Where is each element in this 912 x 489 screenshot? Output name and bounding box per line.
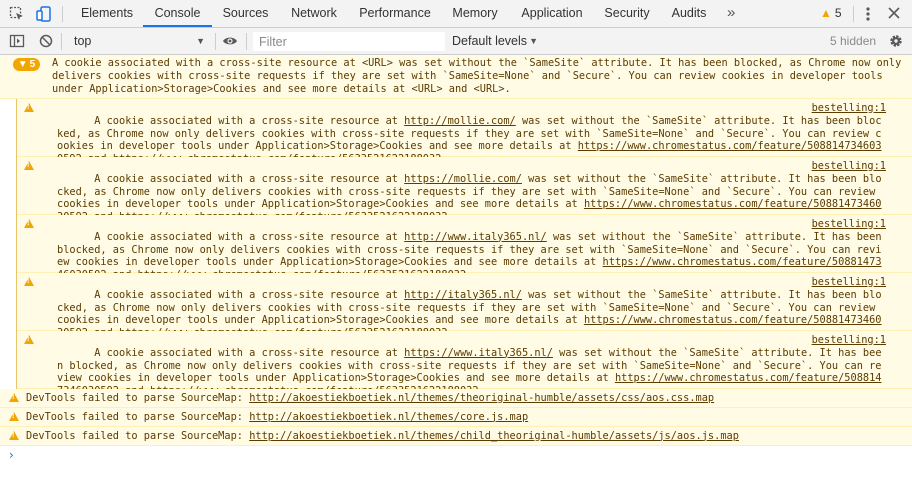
tab-audits[interactable]: Audits (659, 0, 719, 27)
dropdown-arrow-icon: ▼ (529, 36, 538, 46)
filter-input[interactable] (253, 32, 445, 51)
live-expression-eye-icon[interactable] (222, 33, 238, 49)
toolbar-divider (61, 33, 62, 50)
tab-application[interactable]: Application (509, 0, 595, 27)
resource-link[interactable]: https://www.italy365.nl/ (404, 347, 553, 359)
console-warning-message: A cookie associated with a cross-site re… (17, 272, 912, 339)
resource-link[interactable]: http://italy365.nl/ (404, 289, 522, 301)
sourcemap-warning-message: DevTools failed to parse SourceMap: http… (0, 407, 912, 427)
resource-link[interactable]: https://mollie.com/ (404, 173, 522, 185)
warning-icon (24, 276, 34, 286)
toolbar-divider (246, 33, 247, 50)
console-prompt-row[interactable]: › (0, 446, 912, 468)
devtools-tab-bar: Elements Console Sources Network Perform… (0, 0, 912, 28)
tab-performance[interactable]: Performance (349, 0, 441, 27)
context-select[interactable]: top ▼ (67, 31, 209, 51)
tab-console[interactable]: Console (143, 0, 212, 27)
sourcemap-warning-message: DevTools failed to parse SourceMap: http… (0, 426, 912, 446)
console-warning-message: A cookie associated with a cross-site re… (17, 330, 912, 397)
tab-memory[interactable]: Memory (441, 0, 509, 27)
warning-group-header[interactable]: ▼ 5 A cookie associated with a cross-sit… (0, 55, 912, 99)
tab-sources[interactable]: Sources (212, 0, 279, 27)
resource-link[interactable]: http://www.italy365.nl/ (404, 231, 547, 243)
sourcemap-link[interactable]: http://akoestiekboetiek.nl/themes/child_… (249, 430, 739, 442)
sourcemap-link[interactable]: http://akoestiekboetiek.nl/themes/core.j… (249, 411, 528, 423)
warning-icon (9, 430, 19, 440)
source-location-link[interactable]: bestelling:1 (805, 101, 886, 115)
warning-icon (24, 160, 34, 170)
console-toolbar: top ▼ Default levels ▼ 5 hidden (0, 28, 912, 55)
warning-group-text: A cookie associated with a cross-site re… (52, 57, 902, 95)
more-tabs-button[interactable]: » (727, 0, 735, 27)
log-levels-value: Default levels (452, 34, 528, 48)
tab-security[interactable]: Security (595, 0, 659, 27)
context-select-value: top (74, 34, 92, 48)
warning-icon (24, 218, 34, 228)
warning-count: 5 (834, 6, 842, 20)
log-levels-select[interactable]: Default levels ▼ (452, 31, 542, 51)
warning-group-badge: ▼ 5 (13, 58, 40, 71)
inspect-element-icon[interactable] (9, 6, 25, 22)
warning-icon (9, 411, 19, 421)
prompt-chevron-icon: › (9, 447, 14, 462)
device-toolbar-icon[interactable] (36, 6, 52, 22)
source-location-link[interactable]: bestelling:1 (805, 333, 886, 347)
toolbar-divider (853, 6, 854, 22)
dropdown-arrow-icon: ▼ (196, 36, 205, 46)
console-warning-message: A cookie associated with a cross-site re… (17, 156, 912, 223)
source-location-link[interactable]: bestelling:1 (805, 275, 886, 289)
tab-elements[interactable]: Elements (71, 0, 143, 27)
clear-console-icon[interactable] (38, 33, 54, 49)
console-warning-message: A cookie associated with a cross-site re… (17, 98, 912, 165)
warning-icon (24, 334, 34, 344)
sourcemap-warning-message: DevTools failed to parse SourceMap: http… (0, 388, 912, 408)
source-location-link[interactable]: bestelling:1 (805, 217, 886, 231)
console-warning-message: A cookie associated with a cross-site re… (17, 214, 912, 281)
source-location-link[interactable]: bestelling:1 (805, 159, 886, 173)
warning-group-body: A cookie associated with a cross-site re… (0, 98, 912, 397)
more-options-icon[interactable] (862, 5, 874, 23)
warning-counter[interactable]: ▲ 5 (820, 0, 842, 27)
warning-icon (9, 392, 19, 402)
warning-icon: ▲ (820, 6, 832, 20)
close-icon[interactable] (886, 5, 902, 21)
sourcemap-link[interactable]: http://akoestiekboetiek.nl/themes/theori… (249, 392, 714, 404)
tab-network[interactable]: Network (279, 0, 349, 27)
resource-link[interactable]: http://mollie.com/ (404, 115, 516, 127)
toolbar-divider (62, 6, 63, 22)
show-sidebar-icon[interactable] (9, 33, 25, 49)
warning-icon (24, 102, 34, 112)
hidden-messages-count: 5 hidden (830, 34, 877, 48)
console-settings-gear-icon[interactable] (888, 33, 904, 49)
toolbar-divider (215, 33, 216, 50)
console-messages: ▼ 5 A cookie associated with a cross-sit… (0, 55, 912, 489)
